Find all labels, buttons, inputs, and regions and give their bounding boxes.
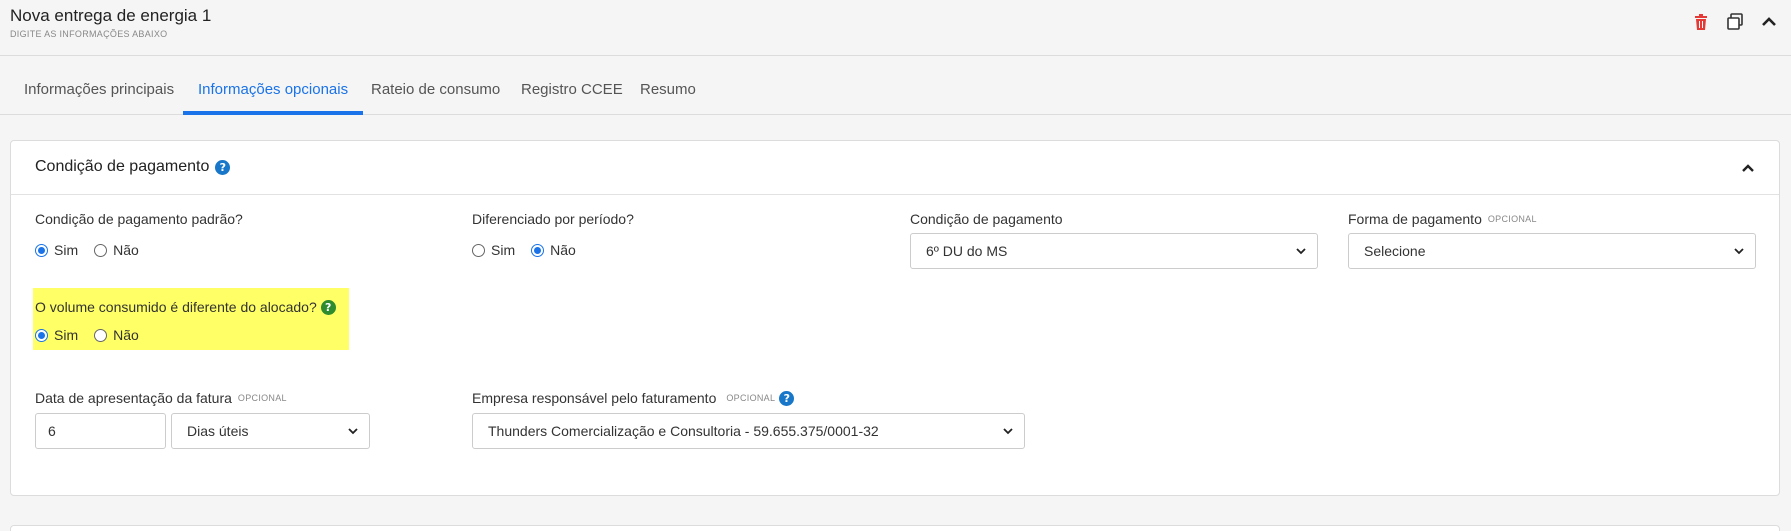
chevron-up-icon[interactable] [1739,159,1757,177]
tab-rateio-de-consumo[interactable]: Rateio de consumo [356,57,515,115]
chevron-down-icon [1003,428,1013,435]
chevron-down-icon [348,428,358,435]
radio-diferenciado-sim[interactable]: Sim [472,242,515,258]
radio-circle[interactable] [35,328,48,342]
chevron-down-icon [1296,248,1306,255]
copy-icon [1727,13,1743,30]
field-label-diferenciado: Diferenciado por período? [472,211,634,227]
field-label-empresa: Empresa responsável pelo faturamento OPC… [472,390,795,406]
question-icon[interactable]: ? [215,159,231,175]
tab-registro-ccee[interactable]: Registro CCEE [506,57,638,115]
radio-circle[interactable] [94,243,108,257]
header-actions [1691,12,1779,32]
tab-informacoes-principais[interactable]: Informações principais [9,57,189,115]
section-title-row: Condição de pagamento ? [35,158,231,176]
page-subtitle: DIGITE AS INFORMAÇÕES ABAIXO [10,29,168,39]
radio-volume-nao[interactable]: Não [94,327,139,343]
next-card-edge [10,525,1780,531]
dias-uteis-select[interactable]: Dias úteis [171,413,370,449]
card-header: Condição de pagamento ? [11,141,1779,195]
radio-circle[interactable] [531,243,545,257]
field-label-forma: Forma de pagamento OPCIONAL [1348,211,1537,227]
payment-condition-card: Condição de pagamento ? Condição de paga… [10,140,1780,496]
tab-resumo[interactable]: Resumo [625,57,711,115]
radio-circle[interactable] [35,243,48,257]
duplicate-button[interactable] [1725,12,1745,32]
field-label-padrao: Condição de pagamento padrão? [35,211,243,227]
collapse-entry-button[interactable] [1759,12,1779,32]
question-icon[interactable]: ? [779,390,795,406]
radio-diferenciado-nao[interactable]: Não [531,242,576,258]
tab-informacoes-opcionais[interactable]: Informações opcionais [183,57,364,115]
radio-padrao-sim[interactable]: Sim [35,242,78,258]
radio-circle[interactable] [472,243,485,257]
forma-pagamento-select[interactable]: Selecione [1348,233,1756,269]
field-label-condicao: Condição de pagamento [910,211,1063,227]
radio-volume-sim[interactable]: Sim [35,327,78,343]
radio-circle[interactable] [94,328,108,342]
trash-icon [1695,14,1707,30]
question-icon[interactable]: ? [320,299,336,315]
field-label-data-fatura: Data de apresentação da fatura OPCIONAL [35,390,287,406]
chevron-down-icon [1734,248,1744,255]
chevron-up-icon [1762,17,1776,26]
radio-padrao-nao[interactable]: Não [94,242,139,258]
tab-bar: Informações principais Informações opcio… [0,57,1791,115]
radio-group-diferenciado: Sim Não [472,242,576,258]
empresa-faturamento-select[interactable]: Thunders Comercialização e Consultoria -… [472,413,1025,449]
delete-button[interactable] [1691,12,1711,32]
page-title: Nova entrega de energia 1 [10,6,212,25]
page-header: Nova entrega de energia 1 DIGITE AS INFO… [0,0,1791,56]
radio-group-volume: Sim Não [35,327,139,343]
section-title: Condição de pagamento [35,158,210,175]
data-fatura-input[interactable]: 6 [35,413,166,449]
condicao-pagamento-select[interactable]: 6º DU do MS [910,233,1318,269]
radio-group-padrao: Sim Não [35,242,139,258]
field-label-volume: O volume consumido é diferente do alocad… [35,299,336,315]
